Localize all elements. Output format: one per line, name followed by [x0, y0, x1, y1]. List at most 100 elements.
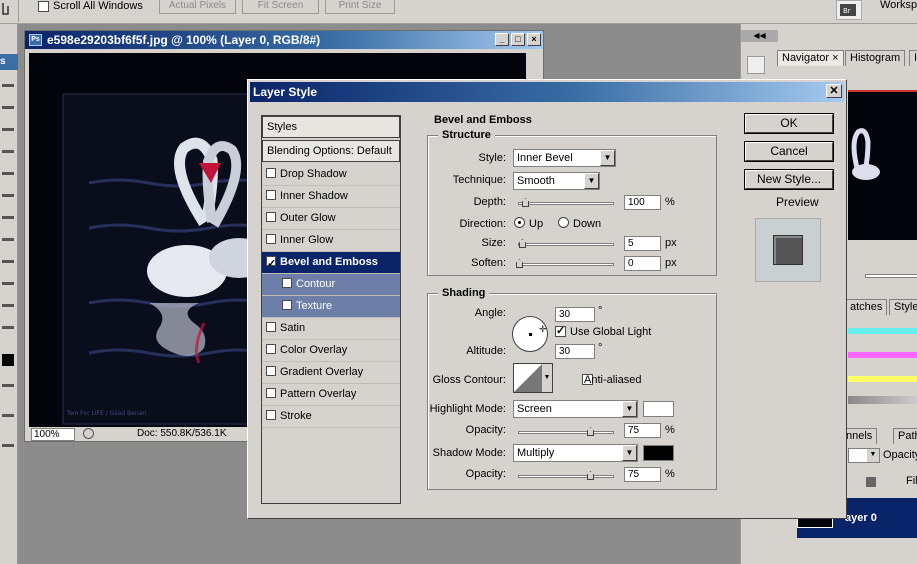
- navigator-thumbnail[interactable]: [848, 90, 917, 240]
- highlight-opacity-input[interactable]: 75: [624, 423, 661, 438]
- gradient-tool-icon[interactable]: [2, 260, 14, 263]
- stamp-tool-icon[interactable]: [2, 216, 14, 219]
- dialog-titlebar[interactable]: Layer Style ✕: [250, 82, 844, 102]
- style-item-checkbox[interactable]: [266, 254, 276, 275]
- slice-tool-icon[interactable]: [2, 172, 14, 175]
- collapse-arrows-icon[interactable]: ◀◀: [741, 30, 778, 42]
- swatches-grid[interactable]: [848, 324, 917, 414]
- style-item-bevel-and-emboss[interactable]: Bevel and Emboss: [262, 252, 400, 275]
- workspace-label[interactable]: Worksp: [880, 0, 917, 11]
- soften-slider-thumb[interactable]: [516, 259, 523, 268]
- highlight-opacity-slider[interactable]: [518, 427, 614, 436]
- style-item-color-overlay[interactable]: Color Overlay: [262, 340, 400, 362]
- highlight-opacity-thumb[interactable]: [587, 427, 594, 436]
- shadow-opacity-thumb[interactable]: [587, 471, 594, 480]
- blend-mode-select[interactable]: ▼: [848, 448, 880, 463]
- jump-to-imageready-icon[interactable]: [2, 444, 14, 447]
- zoom-field[interactable]: 100%: [31, 428, 75, 441]
- hand-tool-icon[interactable]: [0, 0, 12, 24]
- actual-pixels-button[interactable]: Actual Pixels: [159, 0, 236, 14]
- scroll-all-windows-checkbox[interactable]: [38, 1, 49, 15]
- size-slider-thumb[interactable]: [519, 239, 526, 248]
- style-item-pattern-overlay[interactable]: Pattern Overlay: [262, 384, 400, 406]
- style-item-checkbox[interactable]: [266, 234, 276, 245]
- style-item-outer-glow[interactable]: Outer Glow: [262, 208, 400, 230]
- minimize-icon[interactable]: _: [495, 33, 509, 46]
- marquee-tool-icon[interactable]: [2, 106, 14, 109]
- file-browser-icon[interactable]: Br: [836, 0, 862, 20]
- style-item-contour[interactable]: Contour: [262, 274, 400, 296]
- style-item-drop-shadow[interactable]: Drop Shadow: [262, 164, 400, 186]
- style-item-checkbox[interactable]: [266, 190, 276, 201]
- brush-tool-icon[interactable]: [2, 194, 14, 197]
- pen-tool-icon[interactable]: [2, 326, 14, 329]
- angle-input[interactable]: 30: [555, 307, 595, 322]
- style-select[interactable]: Inner Bevel ▼: [513, 149, 616, 167]
- style-item-checkbox[interactable]: [282, 300, 292, 311]
- style-item-checkbox[interactable]: [266, 366, 276, 377]
- mask-mode-icon[interactable]: [2, 384, 14, 387]
- status-menu-icon[interactable]: [83, 428, 94, 439]
- move-tool-icon[interactable]: [2, 84, 14, 87]
- style-item-checkbox[interactable]: [266, 322, 276, 333]
- tab-info[interactable]: I: [909, 50, 917, 66]
- document-titlebar[interactable]: Ps e598e29203bf6f5f.jpg @ 100% (Layer 0,…: [25, 31, 543, 49]
- tab-paths[interactable]: Path: [893, 428, 917, 444]
- style-item-inner-glow[interactable]: Inner Glow: [262, 230, 400, 252]
- blur-tool-icon[interactable]: [2, 282, 14, 285]
- screen-mode-icon[interactable]: [2, 414, 14, 417]
- soften-input[interactable]: 0: [624, 256, 661, 271]
- technique-select[interactable]: Smooth ▼: [513, 172, 600, 190]
- shadow-mode-select[interactable]: Multiply ▼: [513, 444, 638, 462]
- depth-slider[interactable]: [518, 198, 614, 207]
- direction-up-radio[interactable]: [514, 217, 525, 228]
- new-style-button[interactable]: New Style...: [744, 169, 834, 190]
- style-item-checkbox[interactable]: [282, 278, 292, 289]
- gloss-contour-picker[interactable]: ▼: [513, 363, 553, 393]
- size-slider[interactable]: [518, 239, 614, 248]
- depth-input[interactable]: 100: [624, 195, 661, 210]
- style-item-checkbox[interactable]: [266, 212, 276, 223]
- depth-slider-thumb[interactable]: [522, 198, 529, 207]
- blending-options-item[interactable]: Blending Options: Default: [262, 140, 400, 162]
- tab-styles[interactable]: Style: [889, 299, 917, 315]
- style-item-stroke[interactable]: Stroke: [262, 406, 400, 428]
- highlight-mode-select[interactable]: Screen ▼: [513, 400, 638, 418]
- fit-screen-button[interactable]: Fit Screen: [242, 0, 319, 14]
- shadow-color-swatch[interactable]: [643, 445, 674, 461]
- size-input[interactable]: 5: [624, 236, 661, 251]
- style-item-checkbox[interactable]: [266, 410, 276, 421]
- cancel-button[interactable]: Cancel: [744, 141, 834, 162]
- style-item-texture[interactable]: Texture: [262, 296, 400, 318]
- foreground-color-swatch[interactable]: [2, 354, 14, 366]
- altitude-input[interactable]: 30: [555, 344, 595, 359]
- print-size-button[interactable]: Print Size: [325, 0, 395, 14]
- tab-swatches[interactable]: atches: [845, 299, 888, 315]
- style-item-checkbox[interactable]: [266, 168, 276, 179]
- style-item-inner-shadow[interactable]: Inner Shadow: [262, 186, 400, 208]
- lock-icon[interactable]: [866, 477, 876, 487]
- styles-header-item[interactable]: Styles: [262, 116, 400, 138]
- history-icon[interactable]: [747, 56, 765, 74]
- ok-button[interactable]: OK: [744, 113, 834, 134]
- style-item-checkbox[interactable]: [266, 388, 276, 399]
- style-item-satin[interactable]: Satin: [262, 318, 400, 340]
- tab-histogram[interactable]: Histogram: [845, 50, 906, 66]
- dodge-tool-icon[interactable]: [2, 304, 14, 307]
- navigator-zoom-slider[interactable]: [865, 274, 917, 278]
- style-item-gradient-overlay[interactable]: Gradient Overlay: [262, 362, 400, 384]
- tab-navigator[interactable]: Navigator ×: [777, 50, 844, 66]
- angle-dial[interactable]: ✛: [512, 316, 548, 352]
- shadow-opacity-input[interactable]: 75: [624, 467, 661, 482]
- maximize-icon[interactable]: □: [511, 33, 525, 46]
- direction-down-radio[interactable]: [558, 217, 569, 228]
- eraser-tool-icon[interactable]: [2, 238, 14, 241]
- shadow-opacity-slider[interactable]: [518, 471, 614, 480]
- lasso-tool-icon[interactable]: [2, 128, 14, 131]
- crop-tool-icon[interactable]: [2, 150, 14, 153]
- use-global-light-checkbox[interactable]: [555, 324, 566, 337]
- close-icon[interactable]: ×: [527, 33, 541, 46]
- highlight-color-swatch[interactable]: [643, 401, 674, 417]
- dialog-close-icon[interactable]: ✕: [826, 84, 842, 98]
- soften-slider[interactable]: [516, 259, 614, 268]
